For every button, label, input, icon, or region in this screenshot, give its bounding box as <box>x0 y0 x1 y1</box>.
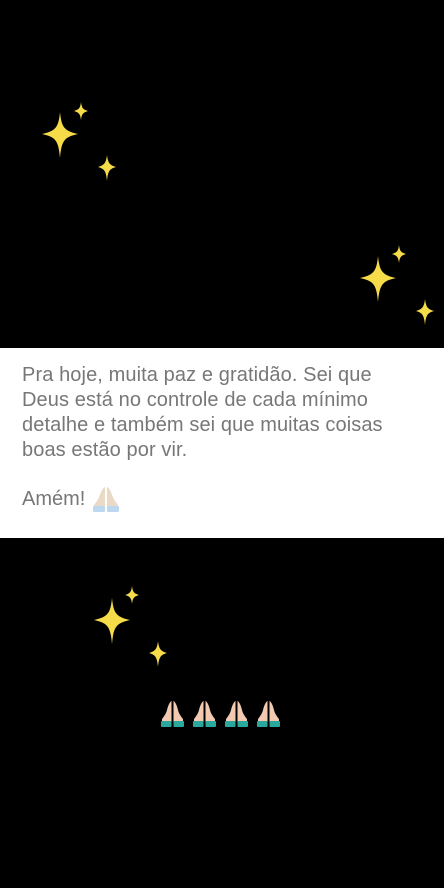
sparkle-medium <box>98 155 116 181</box>
folded-hands-icon <box>257 701 280 727</box>
amen-line: Amém! <box>22 485 422 513</box>
sparkle-large <box>94 598 130 644</box>
sparkles-icon <box>42 102 116 181</box>
sparkles-icon <box>94 586 167 667</box>
folded-hands-icon <box>193 701 216 727</box>
sparkle-medium <box>416 299 434 325</box>
story-screen: Pra hoje, muita paz e gratidão. Sei que … <box>0 0 444 888</box>
sparkles-icon <box>360 245 434 325</box>
text-card: Pra hoje, muita paz e gratidão. Sei que … <box>0 348 444 538</box>
folded-hands-icon <box>93 487 120 512</box>
folded-hands-icon <box>225 701 248 727</box>
amen-text: Amém! <box>22 488 86 510</box>
sparkle-small <box>392 245 406 263</box>
folded-hands-row <box>160 700 281 728</box>
story-message: Pra hoje, muita paz e gratidão. Sei que … <box>22 364 383 461</box>
sparkle-large <box>360 256 396 302</box>
sparkle-medium <box>149 641 167 667</box>
sparkle-small <box>74 102 88 120</box>
sparkle-small <box>125 586 139 604</box>
folded-hands-icon <box>161 701 184 727</box>
sparkle-large <box>42 112 78 158</box>
